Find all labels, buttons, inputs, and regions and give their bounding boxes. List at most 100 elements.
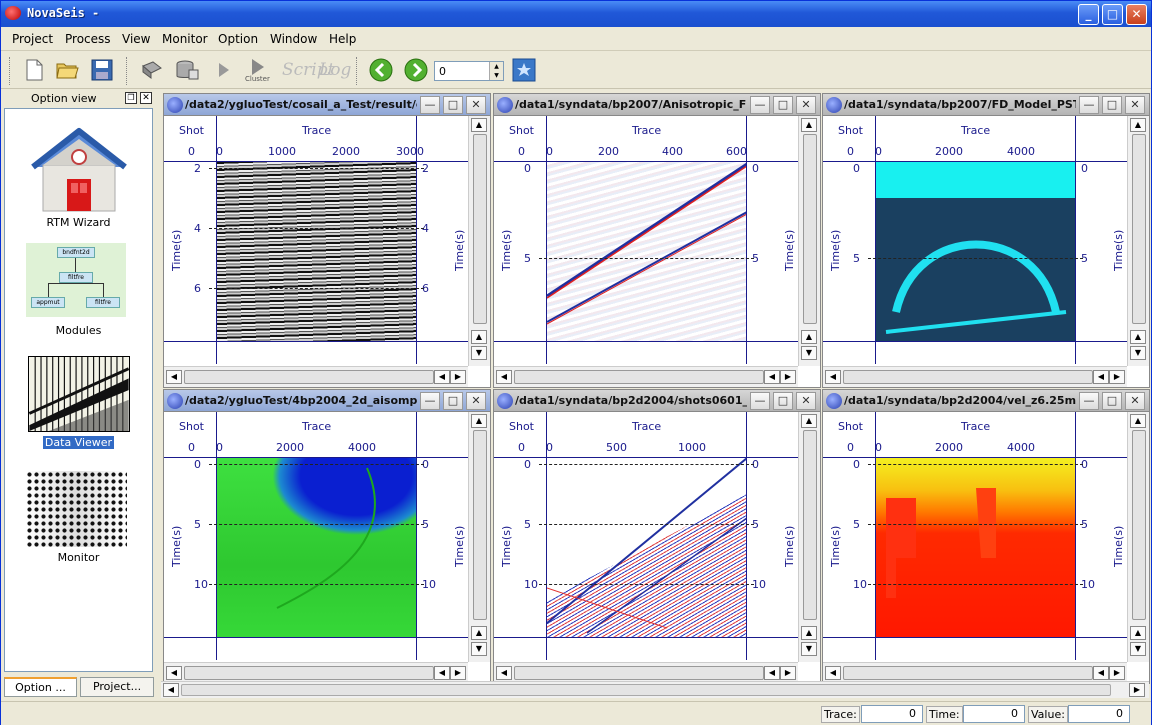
menu-option[interactable]: Option — [218, 32, 258, 46]
scrollbar-thumb[interactable] — [184, 666, 434, 680]
menu-window[interactable]: Window — [270, 32, 317, 46]
scroll-down-button[interactable]: ▼ — [471, 642, 487, 656]
seismic-window[interactable]: /data1/syndata/bp2007/FD_Model_PST — □ ✕… — [822, 93, 1150, 388]
scroll-up-button[interactable]: ▲ — [471, 330, 487, 344]
panel-close-button[interactable]: ✕ — [796, 392, 816, 410]
star-bookmark-icon[interactable] — [512, 58, 536, 82]
scroll-up-button[interactable]: ▲ — [471, 626, 487, 640]
spin-up-button[interactable]: ▲ — [489, 62, 503, 71]
save-icon[interactable] — [90, 58, 114, 82]
horizontal-scrollbar[interactable]: ◀ ◀ ▶ — [823, 366, 1127, 387]
scroll-left-button[interactable]: ◀ — [825, 666, 841, 680]
scroll-left-button[interactable]: ◀ — [163, 683, 179, 697]
panel-header[interactable]: /data1/syndata/bp2d2004/vel_z6.25m — □ ✕ — [823, 390, 1149, 412]
vertical-scrollbar[interactable]: ▲ ▲ ▼ — [468, 116, 490, 366]
scroll-right-button[interactable]: ▶ — [1129, 683, 1145, 697]
scroll-down-button[interactable]: ▼ — [801, 642, 817, 656]
scroll-up-button[interactable]: ▲ — [1130, 414, 1146, 428]
seismic-plot[interactable]: Shot 0 Trace 0 500 1000 Time(s) Time(s) 00… — [494, 412, 798, 660]
scroll-up-button[interactable]: ▲ — [801, 414, 817, 428]
scroll-left-button[interactable]: ◀ — [496, 370, 512, 384]
frame-spinbox[interactable]: 0 ▲ ▼ — [434, 61, 504, 81]
scrollbar-thumb[interactable] — [184, 370, 434, 384]
scroll-up-button[interactable]: ▲ — [801, 118, 817, 132]
scroll-right-button[interactable]: ▶ — [450, 666, 466, 680]
panel-header[interactable]: /data1/syndata/bp2007/Anisotropic_FD — □… — [494, 94, 820, 116]
panel-minimize-button[interactable]: — — [1079, 392, 1099, 410]
forward-arrow-icon[interactable] — [404, 58, 428, 82]
scrollbar-thumb[interactable] — [514, 370, 764, 384]
scrollbar-thumb[interactable] — [473, 430, 487, 620]
new-file-icon[interactable] — [22, 58, 46, 82]
panel-header[interactable]: /data1/syndata/bp2007/FD_Model_PST — □ ✕ — [823, 94, 1149, 116]
scroll-down-button[interactable]: ▼ — [1130, 642, 1146, 656]
horizontal-scrollbar[interactable]: ◀ ◀ ▶ — [494, 366, 798, 387]
panel-maximize-button[interactable]: □ — [1102, 392, 1122, 410]
spin-down-button[interactable]: ▼ — [489, 71, 503, 80]
scroll-left-button[interactable]: ◀ — [1093, 666, 1109, 680]
scroll-right-button[interactable]: ▶ — [1109, 666, 1125, 680]
scrollbar-thumb[interactable] — [843, 370, 1093, 384]
scroll-right-button[interactable]: ▶ — [780, 666, 796, 680]
panel-header[interactable]: /data2/ygluoTest/cosail_a_Test/result/d … — [164, 94, 490, 116]
seismic-plot[interactable]: Shot 0 Trace 0 2000 4000 Time(s) Time(s) 0… — [823, 116, 1127, 364]
menu-view[interactable]: View — [122, 32, 150, 46]
scroll-down-button[interactable]: ▼ — [1130, 346, 1146, 360]
seismic-window[interactable]: /data1/syndata/bp2d2004/vel_z6.25m — □ ✕… — [822, 389, 1150, 684]
scroll-left-button[interactable]: ◀ — [496, 666, 512, 680]
vertical-scrollbar[interactable]: ▲ ▲ ▼ — [798, 116, 820, 366]
menu-process[interactable]: Process — [65, 32, 111, 46]
scroll-left-button[interactable]: ◀ — [764, 666, 780, 680]
data-viewer-item[interactable]: Data Viewer — [5, 356, 152, 449]
panel-close-button[interactable]: ✕ — [466, 96, 486, 114]
close-button[interactable]: ✕ — [1126, 4, 1147, 25]
database-icon[interactable] — [175, 58, 199, 82]
rtm-wizard-item[interactable]: RTM Wizard — [5, 127, 152, 229]
scrollbar-thumb[interactable] — [843, 666, 1093, 680]
horizontal-scrollbar[interactable]: ◀ ◀ ▶ — [494, 662, 798, 683]
scroll-down-button[interactable]: ▼ — [801, 346, 817, 360]
run-icon[interactable] — [211, 58, 235, 82]
import-icon[interactable] — [140, 58, 164, 82]
modules-item[interactable]: bndfnt2d filtfre appmut filtfre Modules — [5, 243, 152, 337]
panel-maximize-button[interactable]: □ — [773, 392, 793, 410]
panel-close-button[interactable]: ✕ — [796, 96, 816, 114]
minimize-button[interactable]: _ — [1078, 4, 1099, 25]
panel-close-button[interactable]: ✕ — [466, 392, 486, 410]
scrollbar-thumb[interactable] — [1132, 134, 1146, 324]
panel-close-button[interactable]: ✕ — [1125, 96, 1145, 114]
scroll-left-button[interactable]: ◀ — [434, 666, 450, 680]
panel-minimize-button[interactable]: — — [750, 96, 770, 114]
panel-maximize-button[interactable]: □ — [773, 96, 793, 114]
tab-option[interactable]: Option ... — [4, 677, 77, 697]
scroll-up-button[interactable]: ▲ — [801, 626, 817, 640]
seismic-window[interactable]: /data1/syndata/bp2d2004/shots0601_ — □ ✕… — [493, 389, 821, 684]
menu-monitor[interactable]: Monitor — [162, 32, 208, 46]
scroll-right-button[interactable]: ▶ — [780, 370, 796, 384]
scrollbar-thumb[interactable] — [473, 134, 487, 324]
horizontal-scrollbar[interactable]: ◀ ◀ ▶ — [164, 366, 468, 387]
tab-project[interactable]: Project... — [80, 677, 154, 697]
vertical-scrollbar[interactable]: ▲ ▲ ▼ — [798, 412, 820, 662]
scroll-down-button[interactable]: ▼ — [471, 346, 487, 360]
panel-minimize-button[interactable]: — — [420, 392, 440, 410]
panel-minimize-button[interactable]: — — [1079, 96, 1099, 114]
panel-maximize-button[interactable]: □ — [443, 96, 463, 114]
scrollbar-thumb[interactable] — [514, 666, 764, 680]
panel-maximize-button[interactable]: □ — [443, 392, 463, 410]
seismic-window[interactable]: /data2/ygluoTest/4bp2004_2d_aisompi — □ … — [163, 389, 491, 684]
scroll-up-button[interactable]: ▲ — [801, 330, 817, 344]
seismic-plot[interactable]: Shot 0 Trace 0 2000 4000 Time(s) Time(s) 0… — [823, 412, 1127, 660]
panel-header[interactable]: /data1/syndata/bp2d2004/shots0601_ — □ ✕ — [494, 390, 820, 412]
close-panel-icon[interactable]: ✕ — [140, 92, 152, 104]
scroll-up-button[interactable]: ▲ — [1130, 330, 1146, 344]
maximize-button[interactable]: □ — [1102, 4, 1123, 25]
scroll-left-button[interactable]: ◀ — [1093, 370, 1109, 384]
vertical-scrollbar[interactable]: ▲ ▲ ▼ — [468, 412, 490, 662]
vertical-scrollbar[interactable]: ▲ ▲ ▼ — [1127, 412, 1149, 662]
scroll-left-button[interactable]: ◀ — [166, 370, 182, 384]
scroll-up-button[interactable]: ▲ — [1130, 626, 1146, 640]
scroll-up-button[interactable]: ▲ — [1130, 118, 1146, 132]
menu-help[interactable]: Help — [329, 32, 356, 46]
panel-minimize-button[interactable]: — — [420, 96, 440, 114]
